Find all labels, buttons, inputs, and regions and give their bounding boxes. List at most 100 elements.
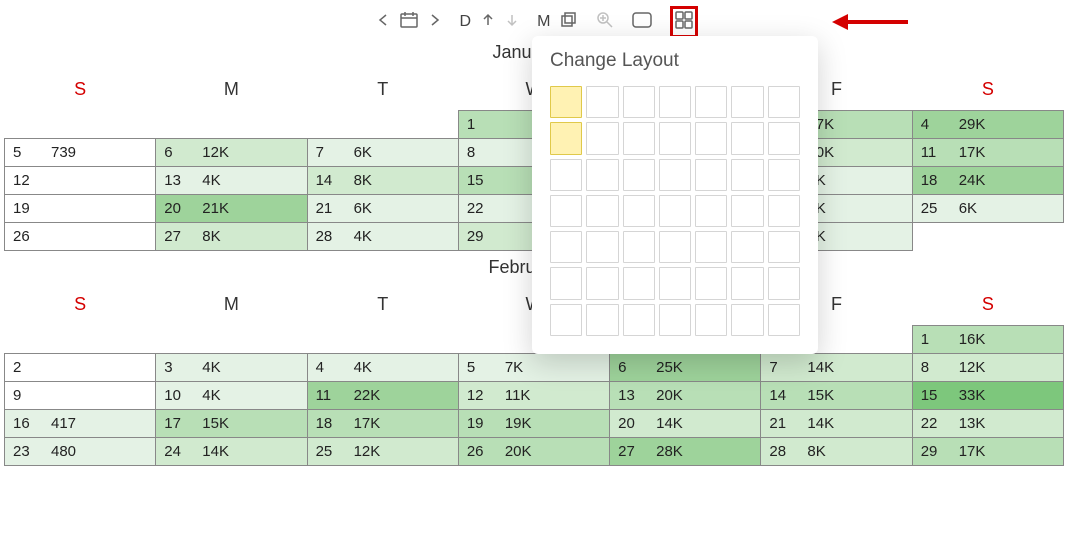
layout-cell[interactable]: [695, 86, 727, 118]
calendar-cell[interactable]: 2917K: [912, 438, 1063, 466]
layout-cell[interactable]: [731, 86, 763, 118]
calendar-cell[interactable]: 1919K: [458, 410, 609, 438]
layout-cell[interactable]: [731, 304, 763, 336]
layout-cell[interactable]: [550, 195, 582, 227]
calendar-cell[interactable]: 19: [5, 195, 156, 223]
fullscreen-icon[interactable]: [632, 12, 652, 32]
layout-cell[interactable]: [768, 231, 800, 263]
layout-cell[interactable]: [550, 231, 582, 263]
layout-cell[interactable]: [768, 267, 800, 299]
layout-cell[interactable]: [550, 159, 582, 191]
layout-cell[interactable]: [586, 304, 618, 336]
calendar-cell[interactable]: 1117K: [912, 139, 1063, 167]
calendar-cell[interactable]: 16417: [5, 410, 156, 438]
layout-cell[interactable]: [695, 122, 727, 154]
calendar-cell[interactable]: 44K: [307, 354, 458, 382]
layout-cell[interactable]: [659, 159, 691, 191]
layout-cell[interactable]: [586, 159, 618, 191]
layout-cell[interactable]: [731, 159, 763, 191]
calendar-cell[interactable]: 812K: [912, 354, 1063, 382]
layout-cell[interactable]: [586, 122, 618, 154]
change-layout-button[interactable]: [670, 6, 698, 38]
layout-cell[interactable]: [586, 86, 618, 118]
layout-cell[interactable]: [731, 267, 763, 299]
layout-cell[interactable]: [623, 86, 655, 118]
calendar-cell[interactable]: 1533K: [912, 382, 1063, 410]
layout-cell[interactable]: [550, 304, 582, 336]
next-button[interactable]: [428, 13, 442, 31]
layout-cell[interactable]: [659, 304, 691, 336]
layout-cell[interactable]: [768, 159, 800, 191]
layout-cell[interactable]: [695, 267, 727, 299]
layout-cell[interactable]: [659, 195, 691, 227]
calendar-cell[interactable]: 216K: [307, 195, 458, 223]
calendar-cell[interactable]: 5739: [5, 139, 156, 167]
calendar-cell[interactable]: 76K: [307, 139, 458, 167]
calendar-cell[interactable]: 9: [5, 382, 156, 410]
layout-cell[interactable]: [731, 122, 763, 154]
layout-cell[interactable]: [623, 195, 655, 227]
calendar-cell[interactable]: 12: [5, 167, 156, 195]
layout-cell[interactable]: [550, 122, 582, 154]
calendar-cell[interactable]: 2114K: [761, 410, 912, 438]
calendar-cell[interactable]: 26: [5, 223, 156, 251]
calendar-cell[interactable]: 2014K: [610, 410, 761, 438]
calendar-cell[interactable]: 1122K: [307, 382, 458, 410]
calendar-cell[interactable]: 1715K: [156, 410, 307, 438]
layout-cell[interactable]: [586, 195, 618, 227]
layout-cell[interactable]: [731, 231, 763, 263]
layout-cell[interactable]: [659, 267, 691, 299]
layout-cell[interactable]: [623, 267, 655, 299]
calendar-cell[interactable]: 2728K: [610, 438, 761, 466]
layout-cell[interactable]: [659, 231, 691, 263]
layout-cell[interactable]: [586, 231, 618, 263]
calendar-cell[interactable]: 1415K: [761, 382, 912, 410]
calendar-cell[interactable]: 23480: [5, 438, 156, 466]
calendar-cell[interactable]: 612K: [156, 139, 307, 167]
calendar-cell[interactable]: 1211K: [458, 382, 609, 410]
layout-cell[interactable]: [695, 159, 727, 191]
layout-cell[interactable]: [768, 304, 800, 336]
layout-cell[interactable]: [731, 195, 763, 227]
layout-cell[interactable]: [659, 122, 691, 154]
layout-grid[interactable]: [550, 86, 800, 336]
prev-button[interactable]: [376, 13, 390, 31]
calendar-cell[interactable]: 148K: [307, 167, 458, 195]
calendar-cell[interactable]: 1817K: [307, 410, 458, 438]
layout-cell[interactable]: [623, 122, 655, 154]
arrow-up-icon[interactable]: [481, 13, 495, 31]
layout-cell[interactable]: [695, 231, 727, 263]
calendar-cell[interactable]: 256K: [912, 195, 1063, 223]
calendar-cell[interactable]: 1824K: [912, 167, 1063, 195]
calendar-cell[interactable]: 288K: [761, 438, 912, 466]
calendar-cell[interactable]: 57K: [458, 354, 609, 382]
zoom-in-icon[interactable]: [596, 11, 614, 33]
layout-cell[interactable]: [623, 304, 655, 336]
layout-cell[interactable]: [768, 195, 800, 227]
layout-cell[interactable]: [623, 159, 655, 191]
layout-cell[interactable]: [768, 86, 800, 118]
calendar-icon[interactable]: [400, 12, 418, 32]
layout-cell[interactable]: [586, 267, 618, 299]
calendar-cell[interactable]: 2: [5, 354, 156, 382]
calendar-cell[interactable]: 34K: [156, 354, 307, 382]
layout-cell[interactable]: [659, 86, 691, 118]
calendar-cell[interactable]: 278K: [156, 223, 307, 251]
arrow-down-icon[interactable]: [505, 13, 519, 31]
calendar-cell[interactable]: 284K: [307, 223, 458, 251]
calendar-cell[interactable]: 429K: [912, 111, 1063, 139]
calendar-cell[interactable]: 2620K: [458, 438, 609, 466]
calendar-cell[interactable]: 1320K: [610, 382, 761, 410]
calendar-cell[interactable]: 116K: [912, 326, 1063, 354]
calendar-cell[interactable]: 2512K: [307, 438, 458, 466]
calendar-cell[interactable]: 134K: [156, 167, 307, 195]
layout-cell[interactable]: [695, 195, 727, 227]
layout-cell[interactable]: [623, 231, 655, 263]
layout-cell[interactable]: [550, 86, 582, 118]
calendar-cell[interactable]: 714K: [761, 354, 912, 382]
layout-cell[interactable]: [768, 122, 800, 154]
layout-cell[interactable]: [550, 267, 582, 299]
copy-icon[interactable]: [560, 12, 578, 32]
calendar-cell[interactable]: 2213K: [912, 410, 1063, 438]
calendar-cell[interactable]: 625K: [610, 354, 761, 382]
